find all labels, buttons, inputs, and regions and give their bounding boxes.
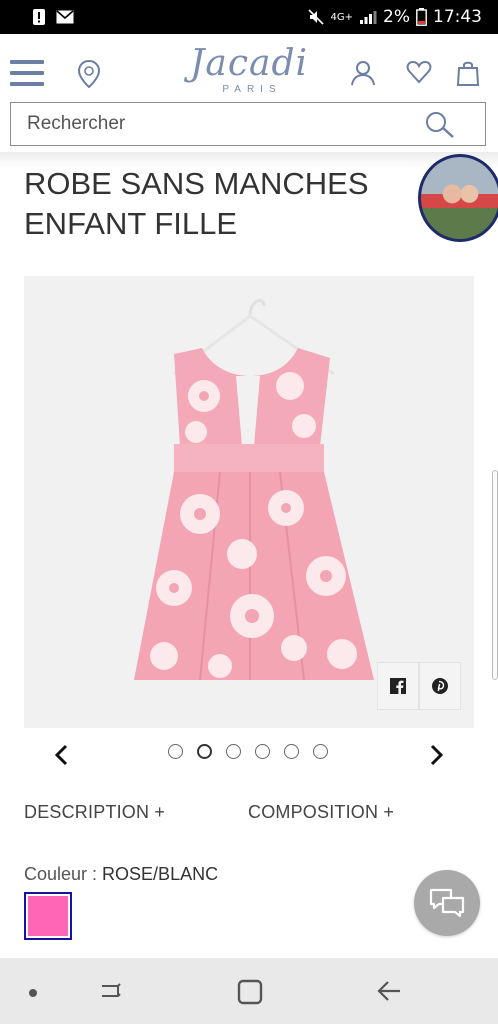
composition-toggle[interactable]: COMPOSITION +	[248, 802, 394, 823]
account-icon[interactable]	[350, 60, 376, 86]
chevron-left-icon	[54, 744, 68, 766]
logo-brand: Jacadi	[189, 43, 309, 84]
chat-button[interactable]	[414, 870, 480, 936]
color-swatch-fill	[28, 896, 68, 936]
search-icon[interactable]	[425, 111, 455, 139]
wishlist-icon[interactable]	[406, 60, 432, 84]
alert-icon	[33, 9, 45, 25]
signal-icon	[360, 11, 377, 24]
product-image[interactable]	[24, 276, 474, 728]
clock: 17:43	[433, 7, 482, 27]
status-bar: 4G+ 2% 17:43	[0, 0, 498, 34]
carousel-dot[interactable]	[197, 744, 212, 759]
carousel-dot[interactable]	[255, 744, 270, 759]
mail-icon	[56, 10, 74, 24]
carousel-dot[interactable]	[168, 744, 183, 759]
product-title-line2: ENFANT FILLE	[24, 206, 238, 241]
pinterest-icon	[432, 678, 448, 694]
image-carousel-controls	[0, 734, 498, 774]
facebook-share-button[interactable]	[377, 662, 419, 710]
battery-percent: 2%	[383, 7, 410, 27]
menu-icon[interactable]	[10, 60, 44, 88]
color-swatch[interactable]	[24, 892, 72, 940]
carousel-dot[interactable]	[313, 744, 328, 759]
dot-icon[interactable]	[28, 988, 38, 998]
network-type: 4G+	[330, 11, 354, 23]
recent-apps-icon[interactable]	[98, 978, 124, 1004]
cart-icon[interactable]	[456, 60, 480, 86]
pinterest-share-button[interactable]	[419, 662, 461, 710]
facebook-icon	[390, 678, 406, 694]
mute-icon	[307, 9, 324, 25]
avatar[interactable]	[418, 154, 498, 242]
dress-illustration	[134, 299, 374, 681]
search-bar	[10, 102, 486, 146]
color-value: ROSE/BLANC	[102, 864, 219, 884]
description-toggle[interactable]: DESCRIPTION +	[24, 802, 165, 823]
carousel-dot[interactable]	[284, 744, 299, 759]
color-label-text: Couleur :	[24, 864, 103, 884]
carousel-dot[interactable]	[226, 744, 241, 759]
search-input[interactable]	[11, 103, 431, 145]
battery-icon	[416, 8, 427, 26]
logo-subtitle: PARIS	[222, 84, 282, 95]
store-locator-icon[interactable]	[78, 60, 100, 88]
carousel-dots	[168, 744, 328, 759]
scrollbar[interactable]	[492, 470, 498, 680]
logo[interactable]: Jacadi PARIS	[186, 43, 312, 96]
product-title-line1: ROBE SANS MANCHES	[24, 166, 369, 201]
back-icon[interactable]	[376, 978, 402, 1004]
home-icon[interactable]	[236, 978, 264, 1006]
chat-icon	[429, 888, 465, 918]
previous-image-button[interactable]	[46, 740, 76, 770]
site-header: Jacadi PARIS	[0, 34, 498, 98]
system-navigation-bar	[0, 958, 498, 1024]
chevron-right-icon	[430, 744, 444, 766]
color-label: Couleur : ROSE/BLANC	[24, 864, 218, 885]
next-image-button[interactable]	[422, 740, 452, 770]
product-title: ROBE SANS MANCHES ENFANT FILLE	[24, 164, 404, 244]
